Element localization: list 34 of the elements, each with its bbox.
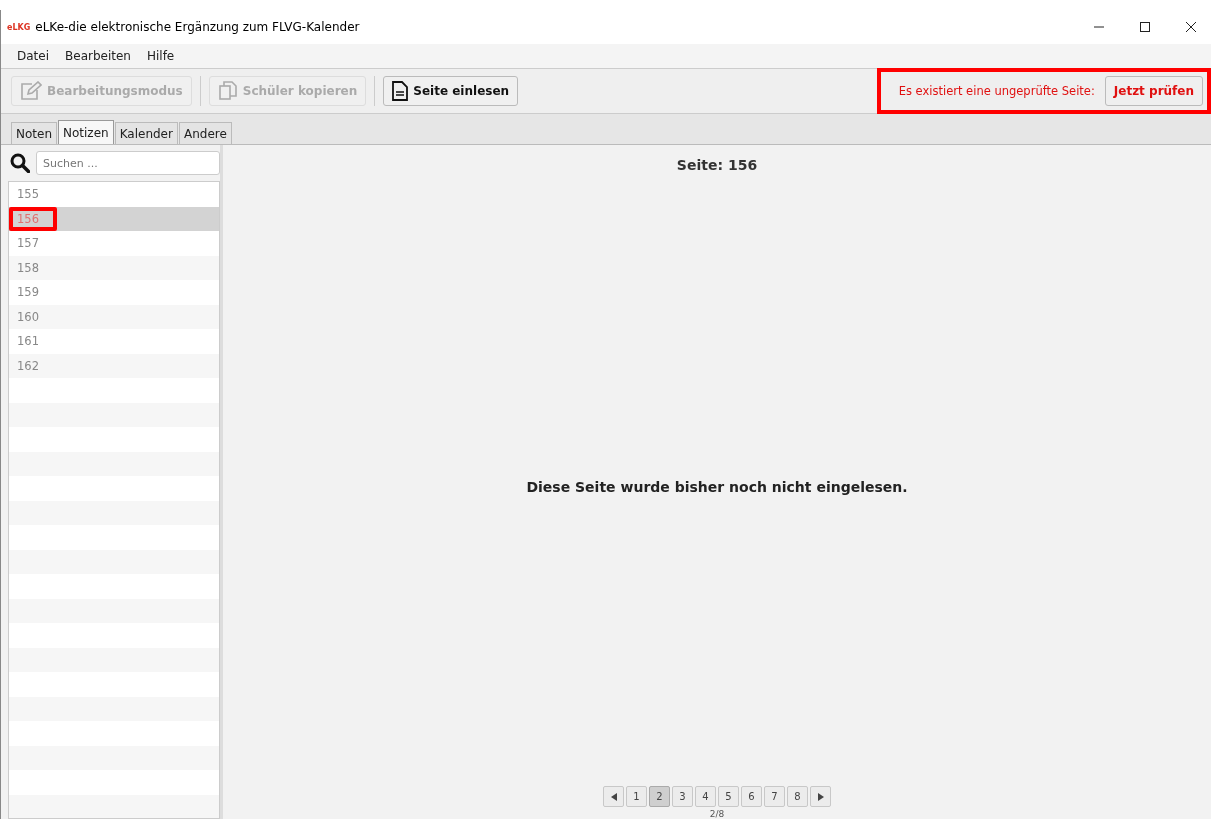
pencil-icon	[20, 81, 42, 101]
search-field[interactable]: Suchen ...	[36, 151, 220, 175]
search-icon	[10, 153, 30, 173]
menu-item[interactable]: Bearbeiten	[57, 49, 139, 63]
next-page-button[interactable]	[810, 786, 831, 807]
left-arrow-icon	[610, 792, 617, 801]
app-logo: eLKG	[7, 22, 31, 32]
page-button[interactable]: 4	[695, 786, 716, 807]
document-icon	[392, 81, 409, 101]
page-counter: 2/8	[709, 809, 725, 819]
copy-icon	[217, 81, 238, 101]
page-button[interactable]: 3	[672, 786, 693, 807]
page-button[interactable]: 7	[764, 786, 785, 807]
page-button[interactable]: 2	[649, 786, 670, 807]
notice-text: Es existiert eine ungeprüfte Seite:	[898, 84, 1095, 98]
window-title: eLKe-die elektronische Ergänzung zum FLVG-Kalender	[35, 20, 361, 34]
page-button[interactable]: 1	[626, 786, 647, 807]
check-now-button[interactable]: Jetzt prüfen	[1104, 76, 1203, 106]
maximize-icon[interactable]	[1139, 21, 1151, 33]
tab[interactable]: Andere	[178, 122, 232, 144]
page-button[interactable]: 8	[787, 786, 808, 807]
status-message: Diese Seite wurde bisher noch nicht eingelesen.	[526, 477, 908, 495]
page-button[interactable]: 6	[741, 786, 762, 807]
tab[interactable]: Noten	[11, 122, 57, 144]
page-button[interactable]: 5	[718, 786, 739, 807]
tab[interactable]: Kalender	[114, 122, 178, 144]
tab[interactable]: Notizen	[58, 120, 114, 144]
menu-item[interactable]: Datei	[9, 49, 57, 63]
toolbar-button[interactable]: Seite einlesen	[383, 76, 519, 106]
previous-page-button[interactable]	[603, 786, 624, 807]
close-icon[interactable]	[1185, 21, 1197, 33]
page-heading: Seite: 156	[676, 157, 758, 173]
menu-item[interactable]: Hilfe	[138, 49, 183, 63]
right-arrow-icon	[817, 792, 824, 801]
